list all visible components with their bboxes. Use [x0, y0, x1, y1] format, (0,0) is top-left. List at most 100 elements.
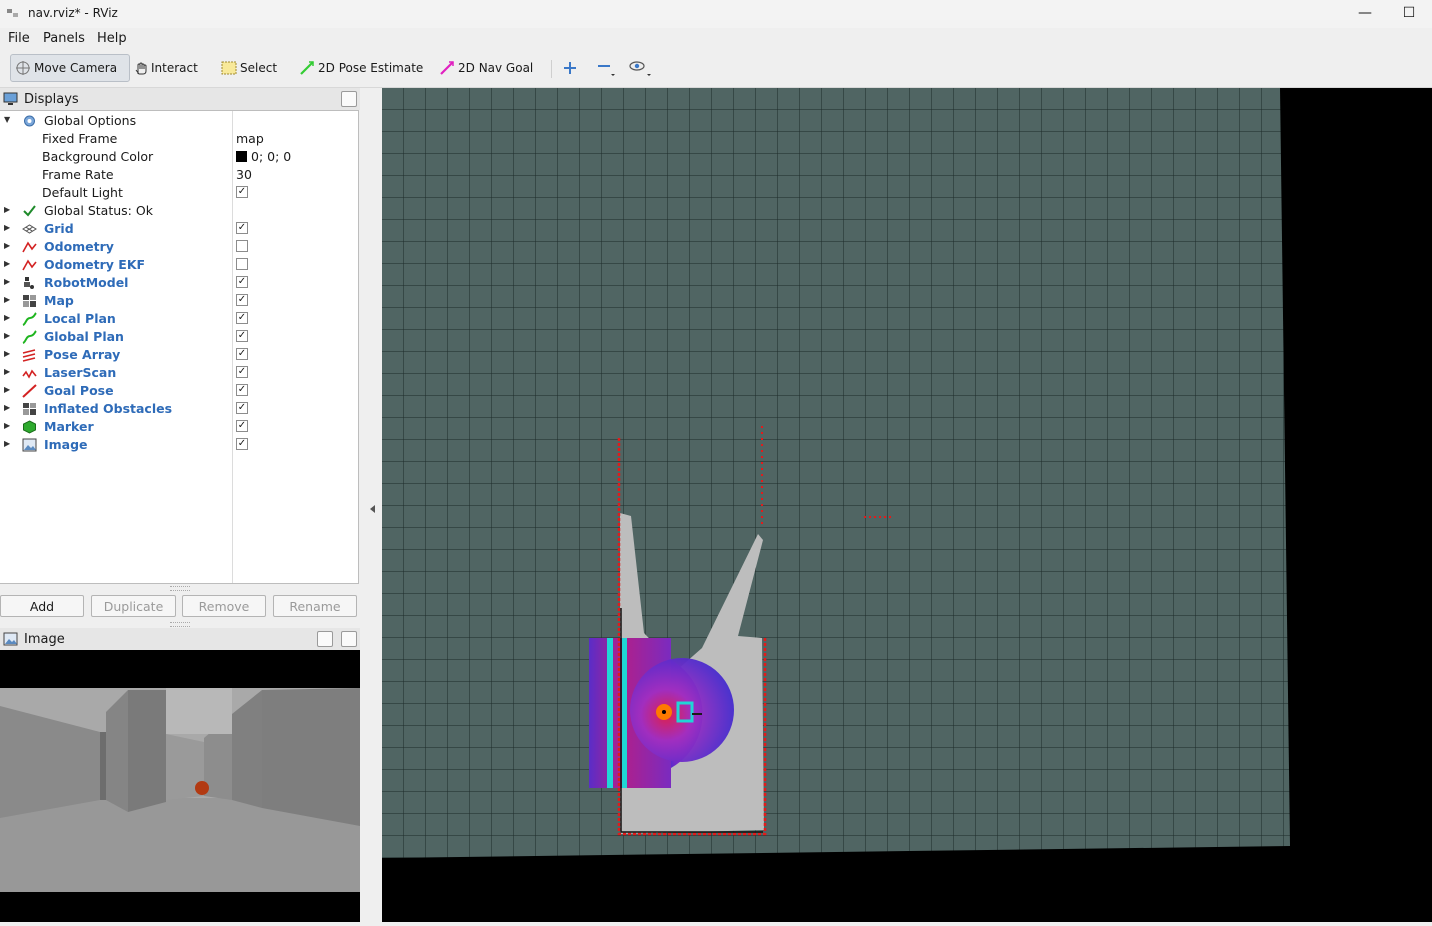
nav-goal-label: 2D Nav Goal — [458, 61, 534, 75]
background-color-field[interactable]: 0; 0; 0 — [236, 149, 291, 164]
dock-splitter[interactable] — [360, 88, 382, 922]
collapsed-arrow-icon[interactable]: ▶ — [4, 259, 10, 268]
remove-display-button[interactable]: Remove — [182, 595, 266, 617]
menu-panels[interactable]: Panels — [43, 31, 85, 46]
collapsed-arrow-icon[interactable]: ▶ — [4, 349, 10, 358]
display-label-map: Map — [44, 293, 74, 308]
collapse-arrow-icon[interactable] — [370, 505, 375, 513]
tree-row-frame-rate[interactable]: Frame Rate 30 — [0, 166, 358, 184]
tree-row-global-options[interactable]: ▼ Global Options — [0, 112, 358, 130]
checkmark-icon — [23, 205, 36, 217]
move-camera-tool[interactable]: Move Camera — [10, 54, 130, 82]
display-checkbox-image[interactable]: ✓ — [236, 438, 248, 450]
tree-row-global-status[interactable]: ▶ Global Status: Ok — [0, 202, 358, 220]
tree-row-goal-pose[interactable]: ▶ Goal Pose ✓ — [0, 382, 358, 400]
costmap-circle — [630, 658, 734, 762]
toolbar-separator — [551, 60, 552, 78]
interact-label: Interact — [151, 61, 198, 75]
display-label-grid: Grid — [44, 221, 74, 236]
collapsed-arrow-icon[interactable]: ▶ — [4, 241, 10, 250]
image-panel-close-button[interactable] — [341, 631, 357, 647]
display-checkbox-laserscan[interactable]: ✓ — [236, 366, 248, 378]
grid-plane — [382, 88, 1290, 858]
panels-visibility-button[interactable] — [628, 54, 655, 82]
tree-row-odometry-ekf[interactable]: ▶ Odometry EKF — [0, 256, 358, 274]
display-checkbox-inflated-obstacles[interactable]: ✓ — [236, 402, 248, 414]
tree-row-inflated-obstacles[interactable]: ▶ Inflated Obstacles ✓ — [0, 400, 358, 418]
display-checkbox-robotmodel[interactable]: ✓ — [236, 276, 248, 288]
display-checkbox-odometry-ekf[interactable] — [236, 258, 248, 270]
add-display-button[interactable]: Add — [0, 595, 84, 617]
collapsed-arrow-icon[interactable]: ▶ — [4, 439, 10, 448]
expanded-arrow-icon[interactable]: ▼ — [4, 115, 10, 124]
add-tool-button[interactable] — [563, 54, 580, 82]
tree-row-local-plan[interactable]: ▶ Local Plan ✓ — [0, 310, 358, 328]
displays-float-button[interactable] — [341, 91, 357, 107]
display-checkbox-map[interactable]: ✓ — [236, 294, 248, 306]
collapsed-arrow-icon[interactable]: ▶ — [4, 367, 10, 376]
splitter-grip[interactable] — [170, 622, 190, 627]
global-status-label: Global Status: Ok — [44, 203, 153, 218]
collapsed-arrow-icon[interactable]: ▶ — [4, 295, 10, 304]
collapsed-arrow-icon[interactable]: ▶ — [4, 313, 10, 322]
minimize-button[interactable]: — — [1352, 4, 1378, 22]
display-checkbox-global-plan[interactable]: ✓ — [236, 330, 248, 342]
interact-tool[interactable]: Interact — [134, 54, 198, 82]
collapsed-arrow-icon[interactable]: ▶ — [4, 421, 10, 430]
display-checkbox-marker[interactable]: ✓ — [236, 420, 248, 432]
display-label-marker: Marker — [44, 419, 94, 434]
display-label-odometry-ekf: Odometry EKF — [44, 257, 146, 272]
tree-row-grid[interactable]: ▶ Grid ✓ — [0, 220, 358, 238]
displays-tree: ▼ Global Options Fixed Frame map Backgro… — [0, 110, 359, 584]
collapsed-arrow-icon[interactable]: ▶ — [4, 223, 10, 232]
display-checkbox-pose-array[interactable]: ✓ — [236, 348, 248, 360]
collapsed-arrow-icon[interactable]: ▶ — [4, 403, 10, 412]
tree-row-robotmodel[interactable]: ▶ RobotModel ✓ — [0, 274, 358, 292]
pose-estimate-tool[interactable]: 2D Pose Estimate — [299, 54, 423, 82]
maximize-button[interactable]: ☐ — [1396, 4, 1422, 22]
duplicate-display-button[interactable]: Duplicate — [91, 595, 176, 617]
inflated-obstacle — [607, 638, 613, 788]
tree-row-global-plan[interactable]: ▶ Global Plan ✓ — [0, 328, 358, 346]
image-panel-float-button[interactable] — [317, 631, 333, 647]
menu-help[interactable]: Help — [97, 31, 127, 46]
collapsed-arrow-icon[interactable]: ▶ — [4, 205, 10, 214]
tree-row-default-light[interactable]: Default Light ✓ — [0, 184, 358, 202]
display-checkbox-local-plan[interactable]: ✓ — [236, 312, 248, 324]
display-checkbox-odometry[interactable] — [236, 240, 248, 252]
frame-rate-label: Frame Rate — [42, 167, 114, 182]
fixed-frame-label: Fixed Frame — [42, 131, 118, 146]
robot-center — [662, 710, 666, 714]
collapsed-arrow-icon[interactable]: ▶ — [4, 277, 10, 286]
tree-row-pose-array[interactable]: ▶ Pose Array ✓ — [0, 346, 358, 364]
select-label: Select — [240, 61, 278, 75]
image-panel-header: Image — [0, 628, 360, 650]
select-tool[interactable]: Select — [221, 54, 277, 82]
displays-panel-title: Displays — [24, 92, 79, 107]
collapsed-arrow-icon[interactable]: ▶ — [4, 385, 10, 394]
nav-goal-tool[interactable]: 2D Nav Goal — [439, 54, 533, 82]
map-icon — [23, 295, 36, 307]
tree-row-background-color[interactable]: Background Color 0; 0; 0 — [0, 148, 358, 166]
rename-display-button[interactable]: Rename — [273, 595, 357, 617]
remove-tool-button[interactable] — [596, 54, 619, 82]
splitter-grip[interactable] — [170, 586, 190, 591]
3d-render-view[interactable] — [382, 88, 1432, 922]
window-title: nav.rviz* - RViz — [28, 6, 118, 20]
collapsed-arrow-icon[interactable]: ▶ — [4, 331, 10, 340]
menu-file[interactable]: File — [8, 31, 30, 46]
nav-goal-arrow-icon — [440, 61, 454, 75]
tree-row-image[interactable]: ▶ Image ✓ — [0, 436, 358, 454]
fixed-frame-value[interactable]: map — [236, 131, 264, 146]
display-checkbox-grid[interactable]: ✓ — [236, 222, 248, 234]
tree-row-laserscan[interactable]: ▶ LaserScan ✓ — [0, 364, 358, 382]
map-scene — [382, 88, 1290, 858]
display-checkbox-goal-pose[interactable]: ✓ — [236, 384, 248, 396]
frame-rate-value[interactable]: 30 — [236, 167, 252, 182]
tree-row-marker[interactable]: ▶ Marker ✓ — [0, 418, 358, 436]
tree-row-odometry[interactable]: ▶ Odometry — [0, 238, 358, 256]
camera-image-view — [0, 650, 360, 922]
default-light-checkbox[interactable]: ✓ — [236, 186, 248, 198]
tree-row-fixed-frame[interactable]: Fixed Frame map — [0, 130, 358, 148]
tree-row-map[interactable]: ▶ Map ✓ — [0, 292, 358, 310]
